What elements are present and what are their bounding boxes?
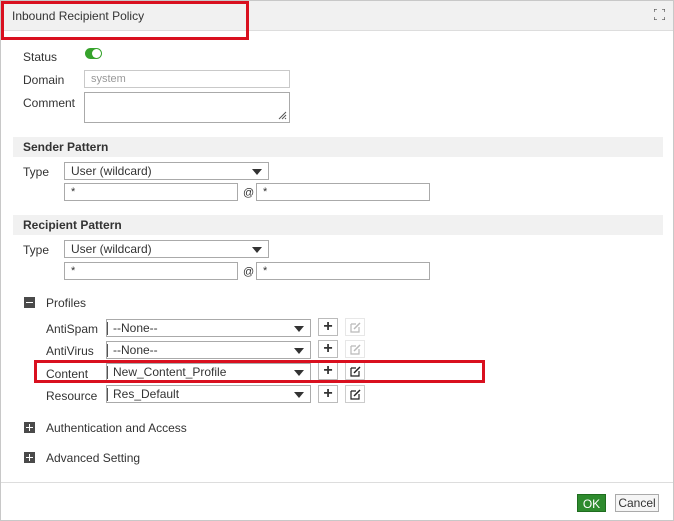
edit-icon bbox=[350, 389, 361, 400]
recipient-at-symbol: @ bbox=[243, 266, 255, 278]
footer-divider bbox=[1, 482, 673, 483]
status-toggle[interactable] bbox=[85, 48, 102, 59]
domain-field: system bbox=[84, 70, 290, 88]
comment-label: Comment bbox=[23, 96, 76, 110]
antispam-label: AntiSpam bbox=[46, 322, 99, 336]
sender-pattern-heading: Sender Pattern bbox=[23, 140, 109, 154]
recipient-type-select[interactable]: User (wildcard) bbox=[64, 240, 269, 258]
recipient-type-label: Type bbox=[23, 243, 50, 257]
resource-select[interactable]: Res_Default bbox=[106, 385, 311, 403]
ok-button[interactable]: OK bbox=[577, 494, 606, 512]
domain-label: Domain bbox=[23, 73, 65, 87]
resize-handle-icon[interactable] bbox=[278, 111, 287, 120]
recipient-user-input[interactable]: * bbox=[64, 262, 238, 280]
recipient-type-value: User (wildcard) bbox=[71, 242, 152, 256]
title-highlight-box bbox=[1, 1, 249, 40]
maximize-icon[interactable] bbox=[654, 9, 665, 20]
policy-dialog: Inbound Recipient Policy Status Domain s… bbox=[0, 0, 674, 521]
profiles-heading[interactable]: Profiles bbox=[46, 296, 86, 310]
chevron-down-icon bbox=[294, 326, 304, 332]
sender-user-input[interactable]: * bbox=[64, 183, 238, 201]
sender-type-label: Type bbox=[23, 165, 50, 179]
authentication-heading[interactable]: Authentication and Access bbox=[46, 421, 187, 435]
sender-at-symbol: @ bbox=[243, 187, 255, 199]
sender-domain-input[interactable]: * bbox=[256, 183, 430, 201]
select-divider bbox=[107, 344, 108, 357]
collapse-icon[interactable] bbox=[24, 297, 35, 308]
antispam-select[interactable]: --None-- bbox=[106, 319, 311, 337]
status-label: Status bbox=[23, 50, 58, 64]
chevron-down-icon bbox=[294, 348, 304, 354]
recipient-domain-input[interactable]: * bbox=[256, 262, 430, 280]
antivirus-select[interactable]: --None-- bbox=[106, 341, 311, 359]
antivirus-value: --None-- bbox=[113, 343, 158, 357]
sender-type-value: User (wildcard) bbox=[71, 164, 152, 178]
select-divider bbox=[107, 388, 108, 401]
comment-textarea[interactable] bbox=[84, 92, 290, 123]
add-resource-button[interactable]: + bbox=[318, 385, 338, 403]
chevron-down-icon bbox=[294, 392, 304, 398]
advanced-setting-heading[interactable]: Advanced Setting bbox=[46, 451, 140, 465]
edit-resource-button[interactable] bbox=[345, 385, 365, 403]
content-highlight-box bbox=[34, 360, 485, 383]
edit-icon bbox=[350, 344, 361, 355]
expand-icon[interactable] bbox=[24, 452, 35, 463]
recipient-pattern-header: Recipient Pattern bbox=[13, 215, 663, 235]
chevron-down-icon bbox=[252, 169, 262, 175]
select-divider bbox=[107, 322, 108, 335]
cancel-button[interactable]: Cancel bbox=[615, 494, 659, 512]
sender-pattern-header: Sender Pattern bbox=[13, 137, 663, 157]
antispam-value: --None-- bbox=[113, 321, 158, 335]
chevron-down-icon bbox=[252, 247, 262, 253]
edit-antispam-button bbox=[345, 318, 365, 336]
sender-type-select[interactable]: User (wildcard) bbox=[64, 162, 269, 180]
add-antispam-button[interactable]: + bbox=[318, 318, 338, 336]
antivirus-label: AntiVirus bbox=[46, 344, 94, 358]
add-antivirus-button[interactable]: + bbox=[318, 340, 338, 358]
expand-icon[interactable] bbox=[24, 422, 35, 433]
edit-antivirus-button bbox=[345, 340, 365, 358]
recipient-pattern-heading: Recipient Pattern bbox=[23, 218, 122, 232]
resource-value: Res_Default bbox=[113, 387, 180, 401]
edit-icon bbox=[350, 322, 361, 333]
resource-label: Resource bbox=[46, 389, 98, 403]
